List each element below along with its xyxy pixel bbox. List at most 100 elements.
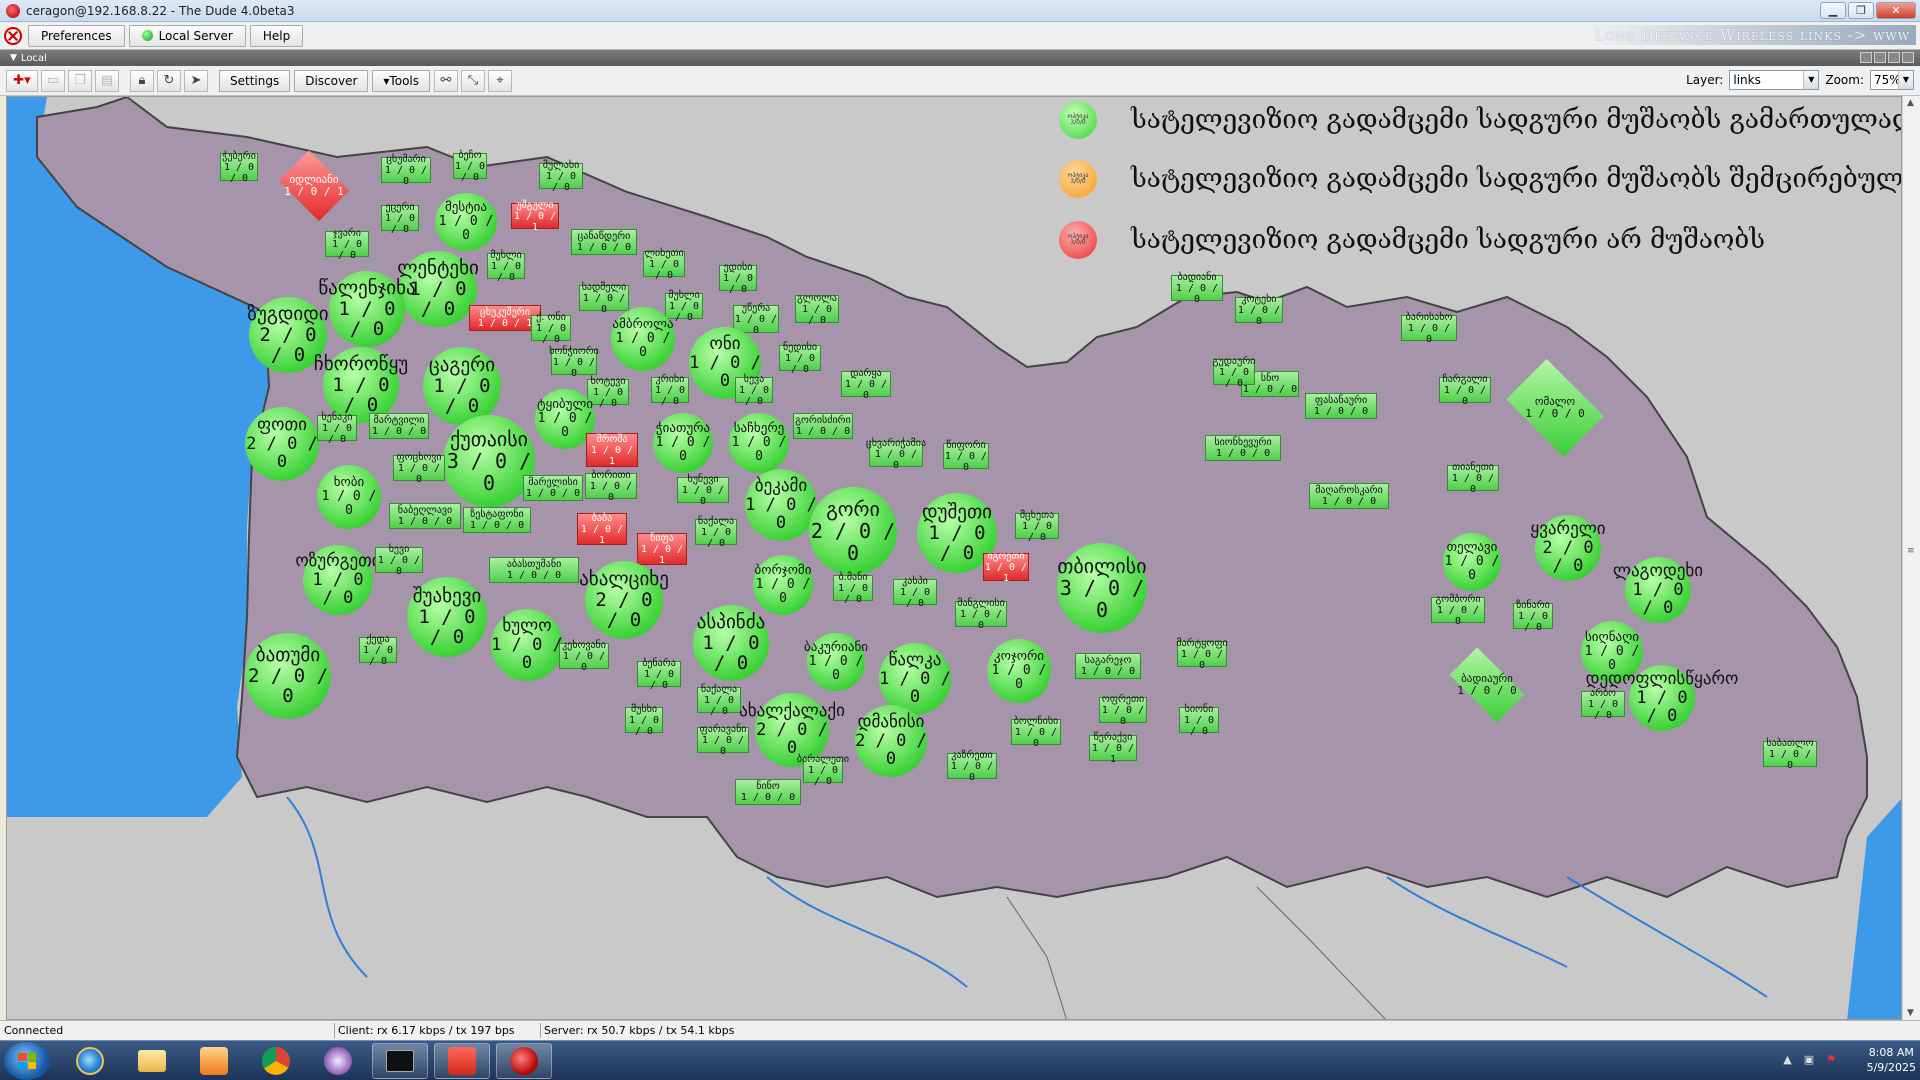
device-node[interactable]: უწერა 1 / 0 / 0 xyxy=(733,303,779,336)
device-node[interactable]: გომბორი 1 / 0 / 0 xyxy=(1431,594,1485,627)
restore-button[interactable]: ❐ xyxy=(1848,2,1874,19)
close-button[interactable]: ✕ xyxy=(1876,2,1916,19)
device-node[interactable]: ბადიანი 1 / 0 / 0 xyxy=(1171,272,1223,305)
device-node[interactable]: ცაგერი 1 / 0 / 0 xyxy=(423,347,501,425)
device-node[interactable]: ოფრეთი 1 / 0 / 0 xyxy=(1099,694,1147,727)
device-node[interactable]: ფოთი 2 / 0 / 0 xyxy=(245,407,319,481)
device-node[interactable]: ხოტევი 1 / 0 / 0 xyxy=(587,376,629,409)
device-node[interactable]: შუახევი 1 / 0 / 0 xyxy=(407,577,487,657)
device-node[interactable]: ჭუბერი 1 / 0 / 0 xyxy=(220,151,258,184)
device-node[interactable]: ზესტაფონი 1 / 0 / 0 xyxy=(463,507,531,533)
scroll-down-icon[interactable]: ▼ xyxy=(1907,1008,1914,1018)
device-node[interactable]: შროშა 1 / 0 / 1 xyxy=(586,433,638,467)
pointer-icon[interactable]: ➤ xyxy=(184,69,208,92)
settings-button[interactable]: Settings xyxy=(219,69,291,92)
device-node[interactable]: ფარავანი 1 / 0 / 0 xyxy=(697,724,749,757)
device-node[interactable]: ცხვარიჭამია 1 / 0 / 0 xyxy=(866,438,926,471)
layer-select[interactable]: links ▼ xyxy=(1729,70,1820,90)
device-node[interactable]: გუდაური 1 / 0 / 0 xyxy=(1213,356,1256,389)
device-node[interactable]: მარტყოფი 1 / 0 / 0 xyxy=(1176,638,1227,671)
disconnect-icon[interactable] xyxy=(4,26,22,45)
minimize-button[interactable]: ▁ xyxy=(1820,2,1846,19)
view-icon-1[interactable] xyxy=(1860,52,1872,63)
network-map-canvas[interactable]: ოპტიკა 3/0/0 სატელევიზიო გადამცემი სადგურ… xyxy=(6,96,1902,1020)
device-node[interactable]: ბეკამი 1 / 0 / 0 xyxy=(745,469,817,541)
tray-expand-icon[interactable]: ▲ xyxy=(1783,1053,1791,1066)
device-node[interactable]: მარტვილი 1 / 0 / 0 xyxy=(369,413,429,439)
scroll-grip-icon[interactable]: ≡ xyxy=(1907,546,1917,556)
remove-icon[interactable]: ▭ xyxy=(41,69,65,92)
vertical-scrollbar[interactable]: ▲ ≡ ▼ xyxy=(1902,96,1920,1020)
device-node[interactable]: ხულო 1 / 0 / 0 xyxy=(491,609,563,681)
device-node[interactable]: ხობი 1 / 0 / 0 xyxy=(317,465,381,529)
device-node[interactable]: მესტია 1 / 0 / 0 xyxy=(435,193,497,251)
device-node[interactable]: ქედა 1 / 0 / 0 xyxy=(359,634,397,667)
view-icon-3[interactable] xyxy=(1888,52,1900,63)
device-node[interactable]: კოტეხი 1 / 0 / 0 xyxy=(1235,294,1283,327)
device-node[interactable]: ასპინძა 1 / 0 / 0 xyxy=(693,605,769,681)
device-node[interactable]: ლიხეთი 1 / 0 / 0 xyxy=(643,248,685,281)
device-node[interactable]: ჩარგალი 1 / 0 / 0 xyxy=(1439,374,1491,407)
copy-icon[interactable]: ❐ xyxy=(68,69,92,92)
device-node[interactable]: მცხეთა 1 / 0 / 0 xyxy=(1015,510,1059,543)
scroll-up-icon[interactable]: ▲ xyxy=(1907,98,1914,108)
device-node[interactable]: გორისძირი 1 / 0 / 0 xyxy=(793,413,853,439)
device-node[interactable]: კაზრეთი 1 / 0 / 0 xyxy=(947,750,997,783)
device-node[interactable]: ეცერი 1 / 0 / 0 xyxy=(381,202,419,235)
local-server-button[interactable]: Local Server xyxy=(128,24,246,47)
device-node[interactable]: მაღაროსკარი 1 / 0 / 0 xyxy=(1309,483,1389,509)
device-node[interactable]: დმანისი 2 / 0 / 0 xyxy=(855,705,927,777)
taskbar-the-dude[interactable] xyxy=(496,1043,552,1079)
device-node[interactable]: ნიფა 1 / 0 / 1 xyxy=(637,533,687,566)
device-node[interactable]: ბაკურიანი 1 / 0 / 0 xyxy=(804,633,868,691)
device-node[interactable]: იგოეთი 1 / 0 / 1 xyxy=(983,551,1029,584)
device-node[interactable]: საბათლო 1 / 0 / 0 xyxy=(1763,738,1817,771)
device-node[interactable]: თიანეთი 1 / 0 / 0 xyxy=(1447,462,1499,495)
arrange-icon[interactable]: ⌖ xyxy=(488,69,512,92)
device-node[interactable]: წალენჯიხა 1 / 0 / 0 xyxy=(318,271,416,347)
device-node[interactable]: ყვარელი 2 / 0 / 0 xyxy=(1530,515,1606,581)
device-node[interactable]: ლაგოდეხი 1 / 0 / 0 xyxy=(1613,557,1703,623)
device-node[interactable]: თელავი 1 / 0 / 0 xyxy=(1443,533,1501,591)
paste-icon[interactable]: ▤ xyxy=(95,69,119,92)
device-node[interactable]: ხუნევი 1 / 0 / 0 xyxy=(677,474,729,507)
device-node[interactable]: წერაქვი 1 / 0 / 1 xyxy=(1089,732,1137,765)
tools-button[interactable]: ▾Tools xyxy=(372,69,430,92)
device-node[interactable]: ნედისი 1 / 0 / 0 xyxy=(779,342,821,375)
start-button[interactable] xyxy=(4,1042,50,1080)
device-node[interactable]: ბორითი 1 / 0 / 0 xyxy=(585,470,637,503)
device-node[interactable]: ქუთაისი 3 / 0 / 0 xyxy=(443,415,535,507)
device-node[interactable]: გორი 2 / 0 / 0 xyxy=(809,487,897,575)
device-node[interactable]: კრიხი 1 / 0 / 0 xyxy=(651,374,689,407)
device-node[interactable]: საგარეჯო 1 / 0 / 0 xyxy=(1075,653,1141,679)
device-node[interactable]: ბარალეთი 1 / 0 / 0 xyxy=(797,754,849,787)
clock[interactable]: 8:08 AM 5/9/2025 xyxy=(1867,1045,1916,1075)
device-node[interactable]: ზინარი 1 / 0 / 0 xyxy=(1513,600,1553,633)
device-node[interactable]: დედოფლისწყარო 1 / 0 / 0 xyxy=(1586,665,1738,731)
device-node[interactable]: იდლიანი 1 / 0 / 1 xyxy=(273,155,355,217)
device-node[interactable]: ნაბეღლავი 1 / 0 / 0 xyxy=(389,503,461,529)
collapse-arrow-icon[interactable]: ▼ xyxy=(10,53,17,63)
taskbar-internet-explorer[interactable] xyxy=(62,1043,118,1079)
device-node[interactable]: მუხლი 1 / 0 / 0 xyxy=(487,250,525,283)
device-node[interactable]: სიონხევური 1 / 0 / 0 xyxy=(1205,435,1281,461)
preferences-button[interactable]: Preferences xyxy=(28,24,125,47)
device-node[interactable]: საჩხერე 1 / 0 / 0 xyxy=(729,413,789,473)
view-icon-4[interactable] xyxy=(1902,52,1914,63)
device-node[interactable]: უშგული 1 / 0 / 1 xyxy=(511,200,559,233)
device-node[interactable]: გლოლა 1 / 0 / 0 xyxy=(795,293,839,326)
taskbar-file-explorer[interactable] xyxy=(124,1043,180,1079)
device-node[interactable]: სადმელი 1 / 0 / 0 xyxy=(579,282,629,315)
device-node[interactable]: ჭიათურა 1 / 0 / 0 xyxy=(653,413,713,473)
device-node[interactable]: ნინო 1 / 0 / 0 xyxy=(735,779,801,805)
device-node[interactable]: ხონჭიორი 1 / 0 / 0 xyxy=(549,346,599,379)
device-node[interactable]: დარყა 1 / 0 / 0 xyxy=(841,368,891,401)
device-node[interactable]: კეხოვანი 1 / 0 / 0 xyxy=(559,640,609,673)
device-node[interactable]: მულახი 1 / 0 / 0 xyxy=(539,160,583,193)
device-node[interactable]: მარელისი 1 / 0 / 0 xyxy=(523,475,583,501)
network-icon[interactable]: ▣ xyxy=(1804,1053,1814,1066)
taskbar-media-player[interactable] xyxy=(186,1043,242,1079)
device-node[interactable]: ბორჯომი 1 / 0 / 0 xyxy=(753,555,813,615)
taskbar-anydesk[interactable] xyxy=(434,1043,490,1079)
help-button[interactable]: Help xyxy=(249,24,304,47)
